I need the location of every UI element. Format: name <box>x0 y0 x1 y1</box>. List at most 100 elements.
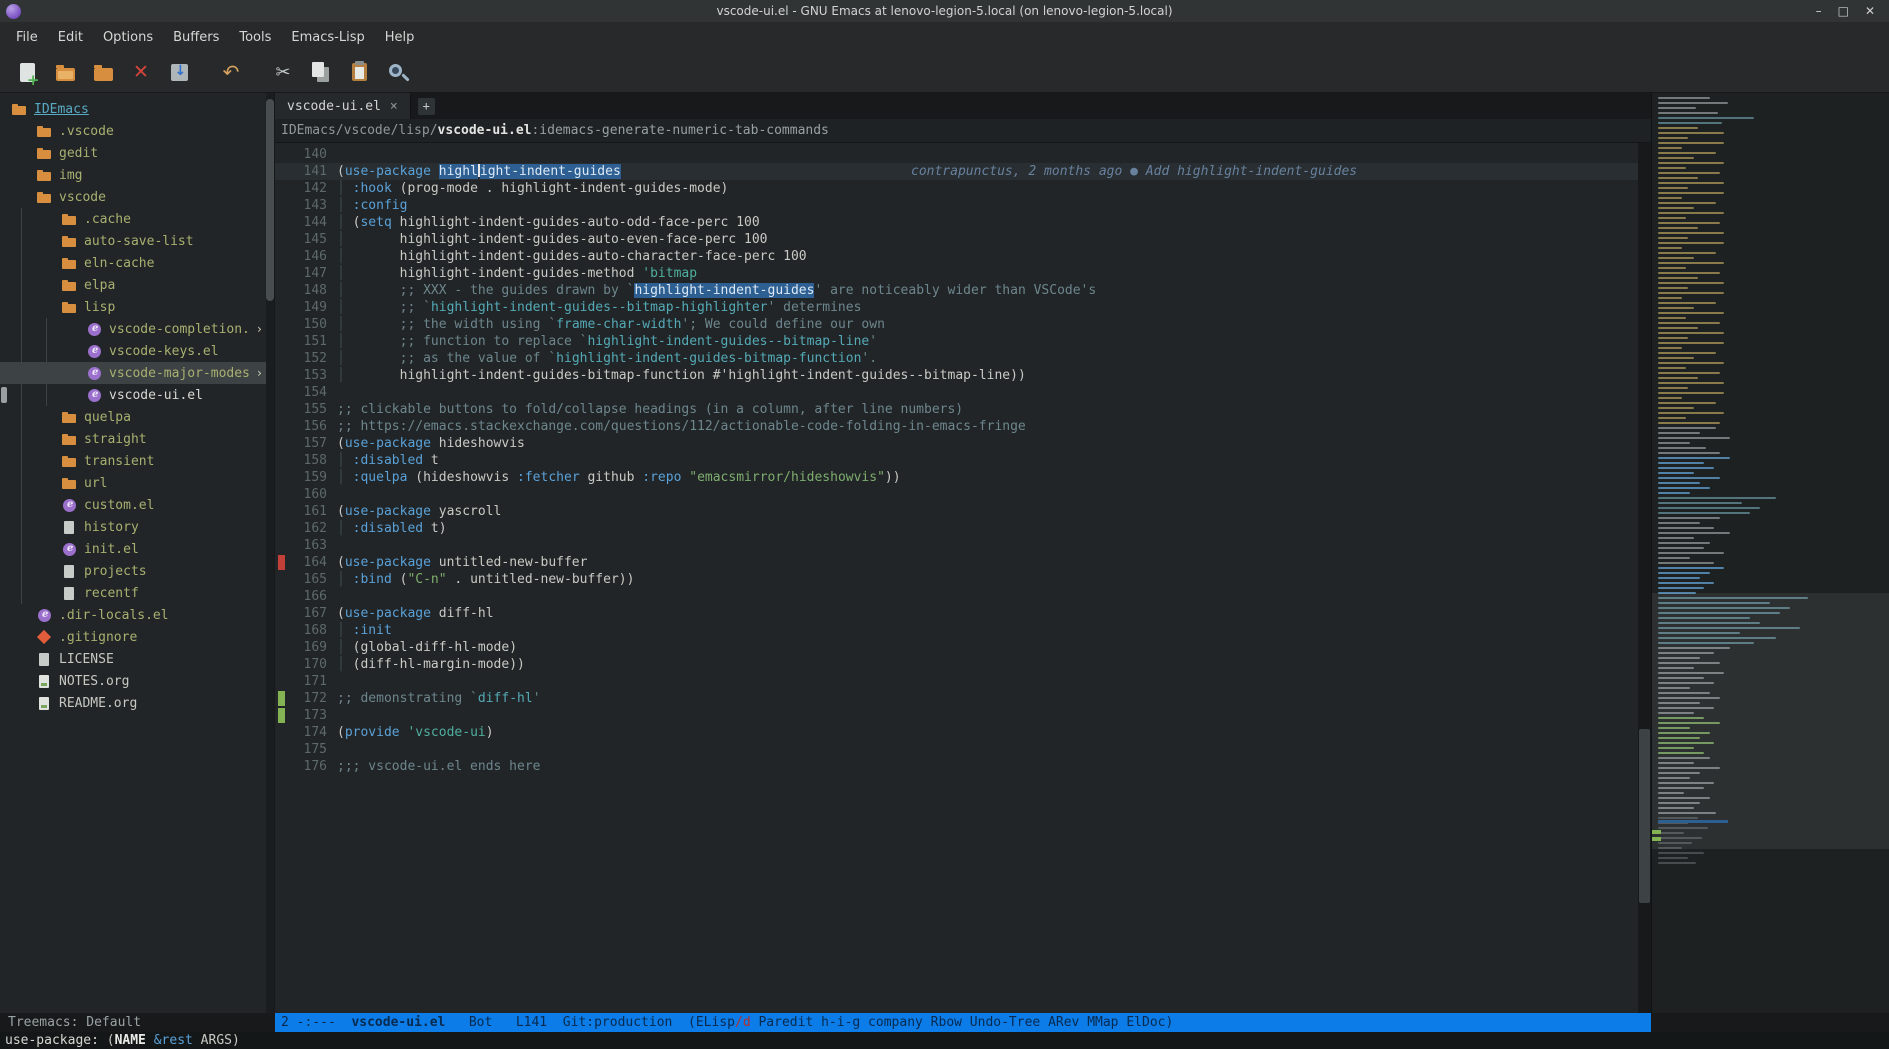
tree-item-lisp[interactable]: lisp <box>0 296 274 318</box>
editor-pane[interactable]: 140141(use-package highlight-indent-guid… <box>275 143 1651 1013</box>
code-line-151[interactable]: 151│ ;; function to replace `highlight-i… <box>275 333 1651 350</box>
tree-item-straight[interactable]: straight <box>0 428 274 450</box>
menu-edit[interactable]: Edit <box>48 30 93 45</box>
tree-item-license[interactable]: LICENSE <box>0 648 274 670</box>
close-buffer-button[interactable] <box>122 55 160 89</box>
dired-button[interactable] <box>84 55 122 89</box>
code-line-175[interactable]: 175 <box>275 741 1651 758</box>
tree-item-notes-org[interactable]: NOTES.org <box>0 670 274 692</box>
code-line-159[interactable]: 159│ :quelpa (hideshowvis :fetcher githu… <box>275 469 1651 486</box>
minimize-icon[interactable]: – <box>1816 4 1822 18</box>
code-line-150[interactable]: 150│ ;; the width using `frame-char-widt… <box>275 316 1651 333</box>
tree-item-quelpa[interactable]: quelpa <box>0 406 274 428</box>
code-line-141[interactable]: 141(use-package highlight-indent-guidesc… <box>275 163 1651 180</box>
tree-item-history[interactable]: history <box>0 516 274 538</box>
code-line-146[interactable]: 146│ highlight-indent-guides-auto-charac… <box>275 248 1651 265</box>
tree-item-auto-save-list[interactable]: auto-save-list <box>0 230 274 252</box>
tree-item-idemacs[interactable]: IDEmacs <box>0 98 274 120</box>
code-line-157[interactable]: 157(use-package hideshowvis <box>275 435 1651 452</box>
code-line-145[interactable]: 145│ highlight-indent-guides-auto-even-f… <box>275 231 1651 248</box>
tree-item-cache[interactable]: .cache <box>0 208 274 230</box>
save-button[interactable] <box>160 55 198 89</box>
code-line-163[interactable]: 163 <box>275 537 1651 554</box>
menu-buffers[interactable]: Buffers <box>163 30 229 45</box>
new-tab-button[interactable]: + <box>418 98 435 115</box>
tree-item-projects[interactable]: projects <box>0 560 274 582</box>
code-line-164[interactable]: 164(use-package untitled-new-buffer <box>275 554 1651 571</box>
code-line-149[interactable]: 149│ ;; `highlight-indent-guides--bitmap… <box>275 299 1651 316</box>
tree-item-dir-locals-el[interactable]: .dir-locals.el <box>0 604 274 626</box>
tree-item-vscode-keys-el[interactable]: vscode-keys.el <box>0 340 274 362</box>
menu-help[interactable]: Help <box>375 30 425 45</box>
code-line-162[interactable]: 162│ :disabled t) <box>275 520 1651 537</box>
mode-line[interactable]: 2 -:--- vscode-ui.el Bot L141 Git:produc… <box>275 1013 1651 1032</box>
tree-item-elpa[interactable]: elpa <box>0 274 274 296</box>
code-line-165[interactable]: 165│ :bind ("C-n" . untitled-new-buffer)… <box>275 571 1651 588</box>
code-line-167[interactable]: 167(use-package diff-hl <box>275 605 1651 622</box>
code-line-140[interactable]: 140 <box>275 146 1651 163</box>
minimap[interactable] <box>1651 93 1889 1013</box>
tree-item-vscode-completion[interactable]: vscode-completion.› <box>0 318 274 340</box>
tree-item-vscode[interactable]: .vscode <box>0 120 274 142</box>
tree-item-vscode-major-modes[interactable]: vscode-major-modes› <box>0 362 274 384</box>
code-line-173[interactable]: 173 <box>275 707 1651 724</box>
line-number: 144 <box>291 214 337 231</box>
code-line-172[interactable]: 172;; demonstrating `diff-hl' <box>275 690 1651 707</box>
new-file-button[interactable] <box>8 55 46 89</box>
code-line-155[interactable]: 155;; clickable buttons to fold/collapse… <box>275 401 1651 418</box>
code-line-161[interactable]: 161(use-package yascroll <box>275 503 1651 520</box>
open-file-button[interactable] <box>46 55 84 89</box>
tree-item-transient[interactable]: transient <box>0 450 274 472</box>
code-line-176[interactable]: 176;;; vscode-ui.el ends here <box>275 758 1651 775</box>
code-line-158[interactable]: 158│ :disabled t <box>275 452 1651 469</box>
code-line-143[interactable]: 143│ :config <box>275 197 1651 214</box>
tree-item-label: recentf <box>84 586 139 601</box>
tab-close-icon[interactable]: × <box>390 99 398 114</box>
tree-item-vscode-ui-el[interactable]: vscode-ui.el <box>0 384 274 406</box>
tab-vscode-ui[interactable]: vscode-ui.el × <box>275 93 411 119</box>
menu-emacs-lisp[interactable]: Emacs-Lisp <box>281 30 374 45</box>
tree-item-gedit[interactable]: gedit <box>0 142 274 164</box>
tree-item-readme-org[interactable]: README.org <box>0 692 274 714</box>
search-button[interactable] <box>378 55 416 89</box>
code-line-174[interactable]: 174(provide 'vscode-ui) <box>275 724 1651 741</box>
eldoc-segment: ( <box>107 1033 115 1048</box>
tree-item-gitignore[interactable]: .gitignore <box>0 626 274 648</box>
sidebar-scrollbar[interactable] <box>266 93 274 1013</box>
code-line-148[interactable]: 148│ ;; XXX - the guides drawn by `highl… <box>275 282 1651 299</box>
code-line-142[interactable]: 142│ :hook (prog-mode . highlight-indent… <box>275 180 1651 197</box>
code-line-156[interactable]: 156;; https://emacs.stackexchange.com/qu… <box>275 418 1651 435</box>
code-token: highlight-indent-guides-method <box>400 266 643 281</box>
minimap-viewport[interactable] <box>1652 593 1889 849</box>
tree-item-custom-el[interactable]: custom.el <box>0 494 274 516</box>
tree-item-url[interactable]: url <box>0 472 274 494</box>
tree-item-vscode[interactable]: vscode <box>0 186 274 208</box>
sidebar-scrollbar-thumb[interactable] <box>266 99 274 301</box>
code-line-153[interactable]: 153│ highlight-indent-guides-bitmap-func… <box>275 367 1651 384</box>
code-line-171[interactable]: 171 <box>275 673 1651 690</box>
menu-file[interactable]: File <box>6 30 48 45</box>
tree-item-img[interactable]: img <box>0 164 274 186</box>
maximize-icon[interactable]: □ <box>1838 4 1849 18</box>
code-line-168[interactable]: 168│ :init <box>275 622 1651 639</box>
close-icon[interactable]: ✕ <box>1865 4 1875 18</box>
code-line-160[interactable]: 160 <box>275 486 1651 503</box>
code-line-147[interactable]: 147│ highlight-indent-guides-method 'bit… <box>275 265 1651 282</box>
tree-item-eln-cache[interactable]: eln-cache <box>0 252 274 274</box>
code-line-169[interactable]: 169│ (global-diff-hl-mode) <box>275 639 1651 656</box>
paste-button[interactable] <box>340 55 378 89</box>
editor-scrollbar-thumb[interactable] <box>1639 729 1650 903</box>
code-line-154[interactable]: 154 <box>275 384 1651 401</box>
editor-scrollbar[interactable] <box>1638 143 1651 1013</box>
code-line-152[interactable]: 152│ ;; as the value of `highlight-inden… <box>275 350 1651 367</box>
tree-item-init-el[interactable]: init.el <box>0 538 274 560</box>
menu-tools[interactable]: Tools <box>229 30 281 45</box>
undo-button[interactable] <box>212 55 250 89</box>
cut-button[interactable] <box>264 55 302 89</box>
code-line-170[interactable]: 170│ (diff-hl-margin-mode)) <box>275 656 1651 673</box>
code-line-166[interactable]: 166 <box>275 588 1651 605</box>
code-line-144[interactable]: 144│ (setq highlight-indent-guides-auto-… <box>275 214 1651 231</box>
menu-options[interactable]: Options <box>93 30 163 45</box>
copy-button[interactable] <box>302 55 340 89</box>
tree-item-recentf[interactable]: recentf <box>0 582 274 604</box>
